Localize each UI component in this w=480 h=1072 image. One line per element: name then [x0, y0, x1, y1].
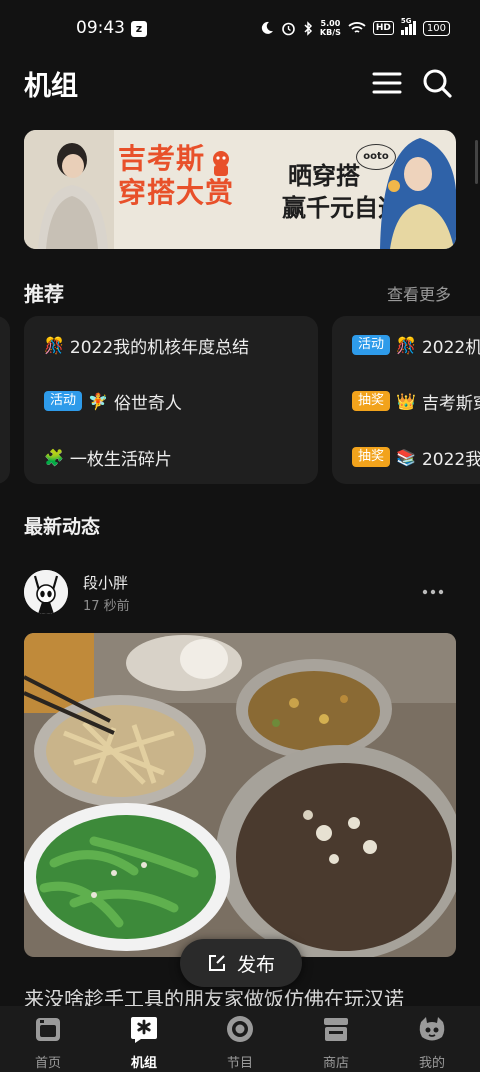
promo-banner[interactable]: 吉考斯 穿搭大赏 晒穿搭 赢千元自选礼包 ooto: [24, 130, 456, 249]
recommend-title: 推荐: [24, 282, 64, 306]
alarm-icon: [282, 22, 295, 35]
battery-indicator: 100: [422, 20, 450, 36]
recommend-card-left-partial[interactable]: [0, 316, 10, 484]
recommend-item[interactable]: 🎊 2022我的机核年度总结: [44, 330, 249, 360]
post-more-button[interactable]: [418, 584, 448, 600]
shop-icon: [324, 1018, 348, 1041]
recommend-card[interactable]: 🎊 2022我的机核年度总结 活动 🧚 俗世奇人 🧩 一枚生活碎片: [24, 316, 318, 484]
recommend-item[interactable]: 活动 🧚 俗世奇人: [44, 386, 182, 416]
nav-home[interactable]: 首页: [0, 1006, 96, 1072]
compose-icon: [208, 955, 225, 971]
publish-label: 发布: [236, 953, 275, 976]
publish-button[interactable]: 发布: [180, 939, 302, 987]
feed-title: 最新动态: [24, 516, 101, 538]
home-icon: [36, 1018, 60, 1041]
recommend-item-label: 2022机: [421, 337, 480, 358]
food-photo-image: [24, 633, 456, 957]
menu-icon: [372, 72, 402, 94]
puzzle-icon: 🧩: [44, 447, 64, 467]
books-icon: 📚: [396, 447, 416, 467]
nav-programs[interactable]: 节目: [192, 1006, 288, 1072]
status-icons: 5.00 KB/S HD 5G 100: [260, 16, 450, 40]
recommend-item[interactable]: 活动 🎊 2022机: [352, 330, 480, 360]
bottom-navigation: 首页 机组 节目 商店 我的: [0, 1006, 480, 1072]
moon-icon: [261, 21, 273, 34]
recommend-item[interactable]: 抽奖 👑 吉考斯穿: [352, 386, 480, 416]
recommend-item[interactable]: 抽奖 📚 2022我: [352, 442, 480, 472]
avatar[interactable]: [24, 570, 68, 614]
party-popper-icon: 🎊: [44, 335, 64, 355]
hd-badge: HD: [372, 21, 394, 35]
post-author[interactable]: 段小胖: [83, 572, 128, 593]
post-timestamp: 17 秒前: [83, 599, 130, 614]
banner-model-left-image: [24, 130, 114, 249]
activity-tag: 活动: [352, 335, 391, 355]
recommend-item-label: 吉考斯穿: [421, 393, 480, 414]
nav-label: 首页: [34, 1056, 61, 1071]
nav-label: 商店: [322, 1056, 349, 1071]
nav-label: 节目: [226, 1056, 253, 1071]
fairy-icon: 🧚: [88, 391, 108, 411]
search-button[interactable]: [420, 66, 454, 100]
recommend-card[interactable]: 活动 🎊 2022机 抽奖 👑 吉考斯穿 抽奖 📚 2022我: [332, 316, 480, 484]
mascot-icon: [213, 151, 229, 176]
recommend-item[interactable]: 🧩 一枚生活碎片: [44, 442, 172, 472]
hollow-knight-avatar-icon: [24, 570, 68, 614]
recommend-item-label: 2022我的机核年度总结: [69, 337, 250, 358]
top-bar: 机组: [0, 56, 480, 112]
menu-button[interactable]: [370, 66, 404, 100]
signal-icon: 5G: [400, 17, 416, 35]
recommend-item-label: 2022我: [421, 449, 480, 470]
status-bar: 09:43 z 5.00 KB/S HD 5G 100: [0, 0, 480, 56]
app-notification-icon: z: [131, 21, 147, 37]
profile-icon: [419, 1017, 445, 1041]
banner-brand-badge: ooto: [356, 144, 396, 170]
search-icon: [423, 69, 452, 98]
asterisk-icon: [131, 1017, 157, 1043]
nav-label: 我的: [418, 1056, 445, 1071]
nav-label: 机组: [130, 1056, 157, 1071]
nav-shop[interactable]: 商店: [288, 1006, 384, 1072]
lottery-tag: 抽奖: [352, 447, 391, 467]
party-popper-icon: 🎊: [396, 335, 416, 355]
net-speed: 5.00 KB/S: [319, 19, 341, 37]
post-photo[interactable]: [24, 633, 456, 957]
nav-profile[interactable]: 我的: [384, 1006, 480, 1072]
crown-icon: 👑: [396, 391, 416, 411]
more-dots-icon: [422, 589, 444, 595]
view-more-link[interactable]: 查看更多: [387, 281, 451, 305]
scrollbar[interactable]: [475, 140, 478, 184]
nav-groups[interactable]: 机组: [96, 1006, 192, 1072]
wifi-icon: [348, 22, 366, 33]
status-time: 09:43: [76, 18, 125, 38]
lottery-tag: 抽奖: [352, 391, 391, 411]
radio-icon: [227, 1016, 253, 1042]
recommend-item-label: 一枚生活碎片: [69, 449, 172, 470]
activity-tag: 活动: [44, 391, 83, 411]
recommend-item-label: 俗世奇人: [113, 393, 182, 414]
page-title: 机组: [24, 71, 78, 102]
bluetooth-icon: [304, 20, 312, 36]
